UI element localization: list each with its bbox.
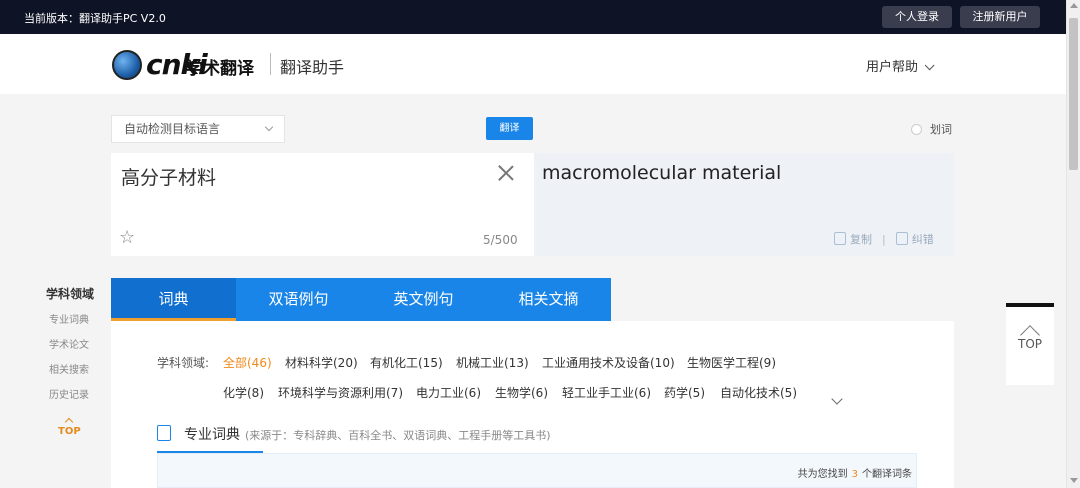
target-actions: 复制 | 纠错 [834, 231, 934, 247]
field-chip[interactable]: 工业通用技术及设备(10) [542, 354, 675, 371]
copy-button[interactable]: 复制 [834, 232, 872, 246]
action-separator: | [882, 233, 886, 246]
field-chip[interactable]: 有机化工(15) [370, 354, 443, 371]
target-text: macromolecular material [542, 162, 782, 184]
user-help-label: 用户帮助 [866, 60, 919, 75]
tab-dictionary[interactable]: 词典 [111, 278, 236, 321]
radio-circle-icon [911, 124, 922, 135]
register-button[interactable]: 注册新用户 [960, 6, 1040, 28]
tab-bilingual-examples[interactable]: 双语例句 [236, 278, 361, 321]
field-chip[interactable]: 轻工业手工业(6) [562, 384, 651, 401]
top-button-bar [1006, 303, 1054, 307]
target-text-area: macromolecular material 复制 | 纠错 [534, 153, 954, 256]
dictionary-title: 专业词典 [184, 427, 240, 443]
scroll-up-arrow-icon[interactable] [1070, 3, 1078, 8]
scroll-down-arrow-icon[interactable] [1070, 478, 1078, 483]
top-bar: 当前版本：翻译助手PC V2.0 个人登录 注册新用户 [0, 0, 1066, 34]
field-chip[interactable]: 环境科学与资源利用(7) [278, 384, 403, 401]
language-select[interactable]: 自动检测目标语言 [111, 115, 285, 143]
field-chip[interactable]: 药学(5) [664, 384, 705, 401]
version-label: 当前版本：翻译助手PC V2.0 [24, 12, 166, 25]
language-select-value: 自动检测目标语言 [124, 122, 221, 136]
scrollbar-thumb[interactable] [1069, 18, 1078, 170]
field-chip[interactable]: 材料科学(20) [285, 354, 358, 371]
sidebar-item-history[interactable]: 历史记录 [49, 386, 89, 401]
translate-button[interactable]: 翻译 [486, 117, 533, 140]
source-text: 高分子材料 [121, 167, 217, 189]
copy-label: 复制 [850, 233, 872, 246]
star-icon[interactable]: ☆ [119, 227, 135, 248]
char-counter: 5/500 [483, 233, 518, 247]
content-panel: 学科领域: 全部(46) 材料科学(20) 有机化工(15) 机械工业(13) … [111, 321, 954, 488]
correct-button[interactable]: 纠错 [895, 232, 934, 246]
chevron-up-icon [65, 417, 74, 427]
result-count-number: 3 [851, 469, 858, 480]
expand-fields-chevron-icon[interactable] [831, 393, 843, 405]
sidebar-item-dictionary[interactable]: 专业词典 [49, 311, 89, 326]
close-icon[interactable] [496, 163, 516, 183]
back-to-top-label: TOP [1018, 337, 1043, 351]
page-scrollbar[interactable] [1066, 0, 1080, 488]
field-chip[interactable]: 电力工业(6) [416, 384, 481, 401]
field-chip[interactable]: 自动化技术(5) [720, 384, 797, 401]
user-help-menu[interactable]: 用户帮助 [866, 56, 935, 75]
app-subtitle: 翻译助手 [280, 58, 345, 77]
result-tabs: 词典 双语例句 英文例句 相关文摘 [111, 278, 611, 321]
fields-label: 学科领域: [157, 356, 210, 370]
chevron-down-icon [924, 60, 935, 71]
word-pick-toggle[interactable]: 划词 [911, 121, 952, 137]
dictionary-source-note: (来源于：专科辞典、百科全书、双语词典、工程手册等工具书) [245, 429, 551, 442]
sidebar-heading[interactable]: 学科领域 [46, 285, 94, 302]
edit-icon [895, 232, 908, 245]
login-button[interactable]: 个人登录 [882, 6, 952, 28]
copy-icon [834, 232, 846, 245]
globe-logo-icon [112, 50, 142, 80]
result-summary-bar: 共为您找到 3 个翻译词条 [157, 453, 917, 488]
sidebar-item-related-search[interactable]: 相关搜索 [49, 361, 89, 376]
result-count: 共为您找到 3 个翻译词条 [798, 465, 912, 480]
correct-label: 纠错 [911, 233, 934, 246]
field-chip[interactable]: 全部(46) [223, 354, 272, 371]
field-chip[interactable]: 机械工业(13) [456, 354, 529, 371]
field-chip[interactable]: 生物学(6) [495, 384, 548, 401]
chevron-down-icon [264, 122, 274, 132]
result-count-suffix: 个翻译词条 [862, 469, 912, 480]
result-count-prefix: 共为您找到 [797, 469, 848, 480]
logo-text: 学术翻译 [186, 59, 254, 79]
header: cnki 学术翻译 翻译助手 用户帮助 [0, 34, 1066, 94]
word-pick-label: 划词 [930, 123, 952, 136]
tab-english-examples[interactable]: 英文例句 [361, 278, 486, 321]
book-icon [157, 425, 171, 441]
sidebar-item-papers[interactable]: 学术论文 [49, 336, 89, 351]
tab-related-abstracts[interactable]: 相关文摘 [486, 278, 611, 321]
back-to-top-button[interactable]: TOP [1006, 303, 1054, 385]
sidebar-top-button[interactable]: TOP [58, 417, 81, 437]
source-text-area[interactable]: 高分子材料 ☆ 5/500 [111, 153, 534, 256]
sidebar-top-label: TOP [58, 426, 81, 437]
field-chip[interactable]: 生物医学工程(9) [687, 354, 776, 371]
field-chip[interactable]: 化学(8) [223, 384, 264, 401]
logo-divider [270, 53, 271, 75]
